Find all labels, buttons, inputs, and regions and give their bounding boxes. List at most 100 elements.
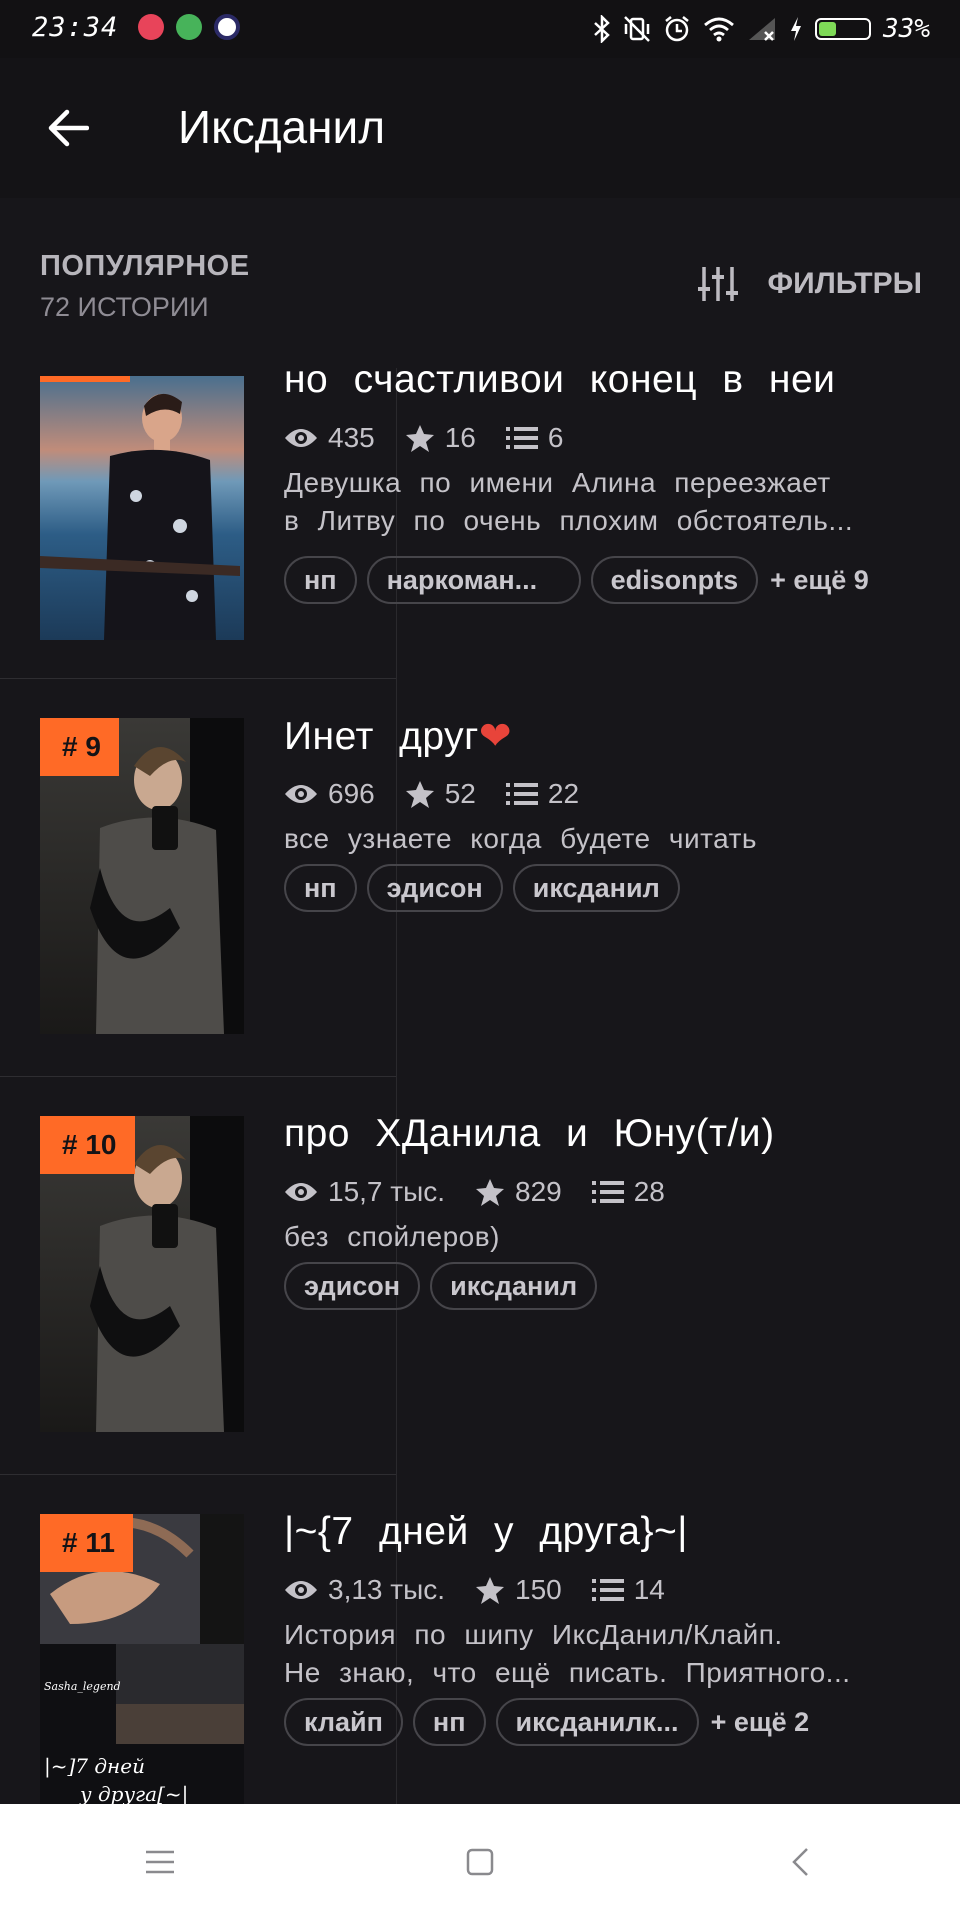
- app-bar: Иксданил: [0, 58, 960, 198]
- parts-count: 22: [547, 778, 580, 809]
- section-header: ПОПУЛЯРНОЕ 72 ИСТОРИИ ФИЛЬТРЫ: [0, 198, 960, 368]
- story-count: 72 ИСТОРИИ: [40, 292, 209, 322]
- story-separator: [0, 678, 396, 679]
- tag-chip[interactable]: нп: [284, 864, 357, 912]
- filters-label: ФИЛЬТРЫ: [767, 267, 922, 300]
- battery-percent: 33%: [883, 14, 930, 44]
- description-line: без спойлеров): [284, 1221, 500, 1252]
- eye-icon: [285, 1581, 317, 1599]
- more-tags-link[interactable]: + ещё 9: [770, 565, 869, 596]
- star-icon: [476, 1179, 505, 1206]
- eye-icon: [285, 429, 317, 447]
- wifi-icon: [704, 17, 734, 42]
- home-nav-button[interactable]: [440, 1822, 520, 1902]
- heart-icon: ❤: [478, 715, 513, 758]
- stars-count: 16: [444, 422, 476, 453]
- menu-icon: [146, 1850, 174, 1874]
- story-tags: эдисон иксданил: [284, 1262, 598, 1310]
- menu-nav-button[interactable]: [120, 1822, 200, 1902]
- parts-count: 6: [547, 422, 564, 453]
- signal-icon: [749, 18, 776, 41]
- story-title[interactable]: но счастливои конец в неи: [284, 368, 835, 402]
- story-description: все узнаете когда будете читать: [284, 820, 924, 858]
- stars-count: 150: [515, 1574, 562, 1605]
- eye-icon: [285, 785, 317, 803]
- story-cover[interactable]: # 10: [40, 1116, 244, 1432]
- story-list[interactable]: но счастливои конец в неи 435 16 6 Девуш…: [0, 368, 960, 1804]
- chevron-left-icon: [792, 1848, 808, 1876]
- description-line: все узнаете когда будете читать: [284, 823, 758, 854]
- list-icon: [591, 1579, 624, 1601]
- list-icon: [591, 1181, 624, 1203]
- charging-icon: [791, 17, 802, 41]
- story-title[interactable]: Инет друг❤: [284, 714, 512, 759]
- battery-level-fill: [819, 22, 837, 36]
- bluetooth-icon: [594, 15, 610, 43]
- tag-chip[interactable]: наркоман...: [366, 556, 581, 604]
- tag-chip[interactable]: эдисон: [366, 864, 503, 912]
- story-separator: [0, 1474, 396, 1475]
- story-separator: [0, 1076, 396, 1077]
- tag-chip[interactable]: иксданил: [512, 864, 680, 912]
- back-nav-button[interactable]: [760, 1822, 840, 1902]
- story-cover[interactable]: Sasha_legend |~]7 дней у друга[~| # 11: [40, 1514, 244, 1804]
- tag-chip[interactable]: иксданилк...: [495, 1698, 699, 1746]
- story-stats: 696 52 22: [284, 774, 609, 814]
- story-title[interactable]: |~{7 дней у друга}~|: [284, 1510, 688, 1554]
- cover-figure: [40, 393, 240, 640]
- status-bar: 23:34 33%: [0, 0, 960, 58]
- story-stats: 3,13 тыс. 150 14: [284, 1570, 695, 1610]
- stars-count: 829: [515, 1176, 562, 1207]
- alarm-icon: [665, 16, 689, 42]
- android-app-icon: [176, 14, 202, 40]
- description-line: Не знаю, что ещё писать. Приятного...: [284, 1657, 851, 1688]
- story-stats: 435 16 6: [284, 418, 593, 458]
- views-count: 696: [328, 778, 375, 809]
- filters-button[interactable]: ФИЛЬТРЫ: [697, 262, 922, 306]
- tag-chip[interactable]: edisonpts: [590, 556, 759, 604]
- back-button[interactable]: [36, 96, 100, 160]
- tag-chip[interactable]: иксданил: [430, 1262, 598, 1310]
- story-cover[interactable]: # 9: [40, 718, 244, 1034]
- description-line: Девушка по имени Алина переезжает: [284, 467, 831, 498]
- story-title[interactable]: про ХДанила и Юну(т/и): [284, 1112, 775, 1156]
- home-square-icon: [466, 1848, 494, 1876]
- story-stats: 15,7 тыс. 829 28: [284, 1172, 695, 1212]
- views-count: 3,13 тыс.: [328, 1574, 446, 1605]
- cover-title-text: у друга[~|: [80, 1782, 189, 1804]
- story-tags: нп наркоман... edisonpts + ещё 9: [284, 556, 869, 604]
- rank-badge: # 10: [40, 1116, 135, 1174]
- sliders-icon: [697, 267, 738, 301]
- cover-author-text: Sasha_legend: [44, 1680, 121, 1693]
- parts-count: 14: [633, 1574, 665, 1605]
- status-time: 23:34: [32, 12, 119, 43]
- story-cover[interactable]: [40, 376, 244, 640]
- description-line: в Литву по очень плохим обстоятель...: [284, 505, 854, 536]
- story-description: без спойлеров): [284, 1218, 924, 1256]
- parts-count: 28: [633, 1176, 665, 1207]
- star-icon: [405, 781, 434, 808]
- tag-chip[interactable]: эдисон: [284, 1262, 421, 1310]
- star-icon: [476, 1577, 505, 1604]
- stars-count: 52: [444, 778, 476, 809]
- vibrate-off-icon: [624, 16, 650, 42]
- story-tags: клайп нп иксданилк... + ещё 2: [284, 1698, 809, 1746]
- tag-chip[interactable]: нп: [284, 556, 357, 604]
- r-app-icon: [214, 14, 240, 40]
- rank-badge: # 9: [40, 718, 119, 776]
- tag-chip[interactable]: клайп: [284, 1698, 403, 1746]
- rank-badge: # 11: [40, 1514, 133, 1572]
- story-tags: нп эдисон иксданил: [284, 864, 680, 912]
- list-icon: [505, 783, 538, 805]
- eye-icon: [285, 1183, 317, 1201]
- battery-icon: [815, 18, 872, 40]
- arrow-left-icon: [48, 109, 89, 147]
- description-line: История по шипу ИксДанил/Клайп.: [284, 1619, 783, 1650]
- story-description: История по шипу ИксДанил/Клайп. Не знаю,…: [284, 1616, 924, 1692]
- sort-label: ПОПУЛЯРНОЕ: [40, 250, 250, 282]
- tag-chip[interactable]: нп: [412, 1698, 486, 1746]
- star-icon: [405, 425, 434, 452]
- story-title-text: Инет друг❤: [284, 715, 513, 758]
- more-tags-link[interactable]: + ещё 2: [711, 1707, 810, 1738]
- story-description: Девушка по имени Алина переезжает в Литв…: [284, 464, 924, 540]
